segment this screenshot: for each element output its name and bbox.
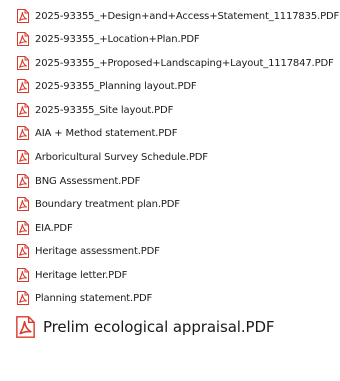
pdf-file-icon	[17, 291, 29, 305]
pdf-file-icon	[17, 126, 29, 140]
file-name: 2025-93355_+Proposed+Landscaping+Layout_…	[35, 57, 334, 69]
pdf-file-icon	[16, 316, 35, 338]
file-name: Heritage assessment.PDF	[35, 245, 160, 257]
file-name: EIA.PDF	[35, 222, 73, 234]
file-item[interactable]: BNG Assessment.PDF	[0, 171, 140, 191]
file-item[interactable]: Boundary treatment plan.PDF	[0, 194, 180, 214]
pdf-file-icon	[17, 244, 29, 258]
file-name: Heritage letter.PDF	[35, 269, 128, 281]
pdf-file-icon	[17, 268, 29, 282]
file-name: 2025-93355_Site layout.PDF	[35, 104, 174, 116]
file-name: Planning statement.PDF	[35, 292, 153, 304]
file-item[interactable]: 2025-93355_+Design+and+Access+Statement_…	[0, 6, 339, 26]
file-item[interactable]: Heritage assessment.PDF	[0, 241, 160, 261]
pdf-file-icon	[17, 79, 29, 93]
file-item[interactable]: 2025-93355_Site layout.PDF	[0, 100, 173, 120]
pdf-file-icon	[17, 174, 29, 188]
file-item[interactable]: AIA + Method statement.PDF	[0, 123, 177, 143]
pdf-file-icon	[17, 150, 29, 164]
file-name: 2025-93355_Planning layout.PDF	[35, 80, 197, 92]
pdf-file-icon	[17, 221, 29, 235]
file-name: BNG Assessment.PDF	[35, 175, 141, 187]
file-name: AIA + Method statement.PDF	[35, 127, 178, 139]
file-item[interactable]: EIA.PDF	[0, 218, 73, 238]
file-item[interactable]: Arboricultural Survey Schedule.PDF	[0, 147, 208, 167]
file-name: Prelim ecological appraisal.PDF	[43, 318, 275, 336]
file-item[interactable]: 2025-93355_+Proposed+Landscaping+Layout_…	[0, 53, 334, 73]
file-item[interactable]: 2025-93355_Planning layout.PDF	[0, 76, 197, 96]
file-item[interactable]: Heritage letter.PDF	[0, 265, 127, 285]
file-item[interactable]: 2025-93355_+Location+Plan.PDF	[0, 29, 200, 49]
pdf-file-icon	[17, 56, 29, 70]
pdf-file-icon	[17, 103, 29, 117]
file-list: 2025-93355_+Design+and+Access+Statement_…	[0, 0, 340, 381]
pdf-file-icon	[17, 9, 29, 23]
file-name: 2025-93355_+Location+Plan.PDF	[35, 33, 200, 45]
file-item[interactable]: Prelim ecological appraisal.PDF	[0, 312, 275, 342]
file-name: 2025-93355_+Design+and+Access+Statement_…	[35, 10, 340, 22]
pdf-file-icon	[17, 32, 29, 46]
file-name: Arboricultural Survey Schedule.PDF	[35, 151, 208, 163]
file-name: Boundary treatment plan.PDF	[35, 198, 180, 210]
file-item[interactable]: Planning statement.PDF	[0, 288, 152, 308]
pdf-file-icon	[17, 197, 29, 211]
